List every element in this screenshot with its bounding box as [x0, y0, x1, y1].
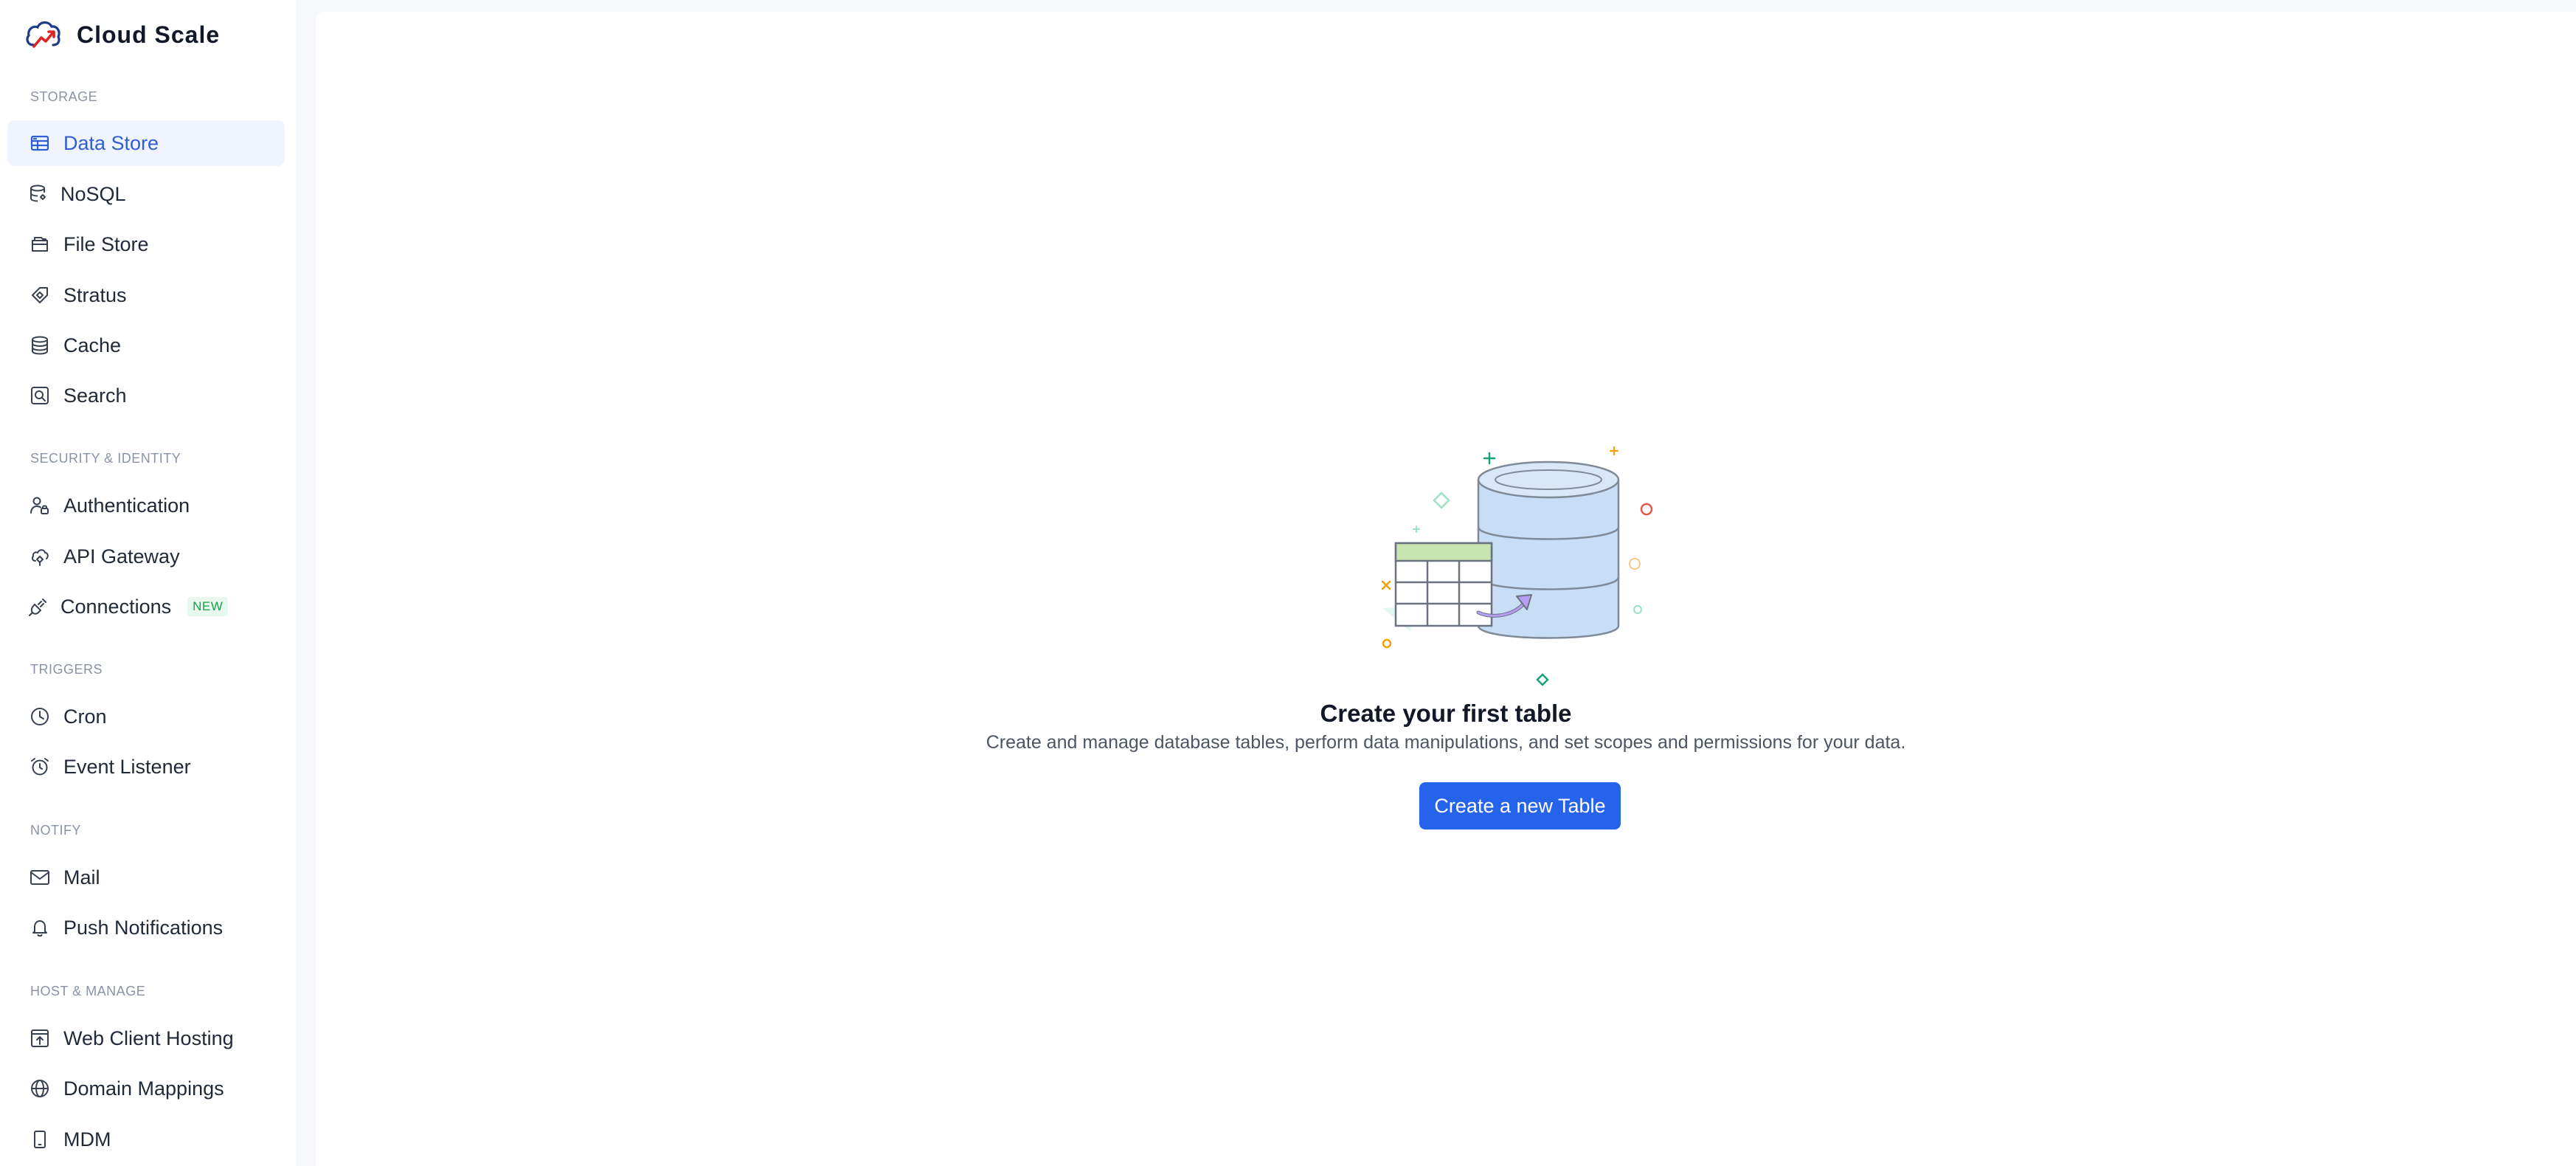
sidebar-item-label: Push Notifications — [63, 916, 224, 939]
plug-icon — [28, 596, 49, 617]
cloud-scale-logo-icon — [26, 21, 60, 48]
app-name: Cloud Scale — [77, 21, 221, 48]
upload-window-icon — [30, 1028, 50, 1049]
section-title-triggers: TRIGGERS — [30, 662, 103, 677]
sidebar-item-label: Web Client Hosting — [63, 1027, 234, 1049]
sidebar-item-authentication[interactable]: Authentication — [7, 483, 285, 528]
sidebar-item-search[interactable]: Search — [7, 373, 285, 418]
section-title-storage: STORAGE — [30, 89, 98, 104]
create-table-button[interactable]: Create a new Table — [1419, 782, 1621, 829]
sidebar-item-label: Domain Mappings — [63, 1077, 224, 1100]
sidebar-item-connections[interactable]: Connections NEW — [7, 584, 285, 629]
sidebar-item-nosql[interactable]: NoSQL — [7, 171, 285, 217]
search-icon — [30, 385, 50, 406]
empty-state-description: Create and manage database tables, perfo… — [986, 732, 1906, 753]
sidebar-item-label: Mail — [63, 866, 100, 889]
brand[interactable]: Cloud Scale — [24, 16, 220, 53]
sidebar-item-label: Event Listener — [63, 755, 191, 778]
api-gateway-icon — [30, 546, 50, 567]
globe-icon — [30, 1078, 50, 1099]
sidebar-item-label: Authentication — [63, 494, 190, 517]
sidebar-item-cron[interactable]: Cron — [7, 694, 285, 739]
section-title-notify: NOTIFY — [30, 823, 81, 838]
alarm-icon — [30, 756, 50, 777]
new-badge: NEW — [187, 597, 229, 616]
stratus-icon — [30, 285, 50, 306]
sidebar-item-data-store[interactable]: Data Store — [7, 120, 285, 166]
sidebar-item-label: Connections — [60, 595, 172, 618]
clock-icon — [30, 706, 50, 727]
nosql-icon — [28, 184, 49, 204]
empty-state-title: Create your first table — [1320, 700, 1572, 727]
sidebar-item-label: Stratus — [63, 283, 127, 306]
sidebar-item-label: Data Store — [63, 131, 159, 154]
sidebar-item-label: MDM — [63, 1128, 111, 1151]
folder-icon — [30, 234, 50, 255]
sidebar-item-label: Search — [63, 384, 127, 407]
sidebar-item-label: NoSQL — [60, 182, 126, 205]
mobile-icon — [30, 1129, 50, 1150]
sidebar-item-label: API Gateway — [63, 545, 180, 568]
sidebar-item-mdm[interactable]: MDM — [7, 1117, 285, 1162]
sidebar-item-label: Cron — [63, 705, 107, 728]
section-title-security-identity: SECURITY & IDENTITY — [30, 451, 181, 466]
sidebar-item-event-listener[interactable]: Event Listener — [7, 744, 285, 790]
section-title-host-manage: HOST & MANAGE — [30, 984, 146, 998]
sidebar-item-api-gateway[interactable]: API Gateway — [7, 534, 285, 579]
sidebar-item-mail[interactable]: Mail — [7, 855, 285, 900]
sidebar-item-push-notifications[interactable]: Push Notifications — [7, 905, 285, 951]
sidebar-item-label: Cache — [63, 334, 122, 356]
sidebar-item-label: File Store — [63, 232, 149, 255]
sidebar-item-web-client-hosting[interactable]: Web Client Hosting — [7, 1015, 285, 1061]
bell-icon — [30, 917, 50, 938]
sidebar: Cloud Scale STORAGE Data Store NoSQL Fil… — [0, 0, 297, 1166]
sidebar-item-domain-mappings[interactable]: Domain Mappings — [7, 1066, 285, 1111]
sidebar-item-cache[interactable]: Cache — [7, 322, 285, 368]
table-icon — [30, 133, 50, 153]
user-lock-icon — [30, 495, 50, 516]
mail-icon — [30, 867, 50, 888]
main-content: Create your first table Create and manag… — [316, 12, 2576, 1166]
sidebar-item-file-store[interactable]: File Store — [7, 221, 285, 267]
sidebar-item-stratus[interactable]: Stratus — [7, 272, 285, 318]
database-icon — [30, 335, 50, 356]
database-table-illustration-icon — [1381, 446, 1653, 686]
app-root: Cloud Scale STORAGE Data Store NoSQL Fil… — [0, 0, 2576, 1166]
